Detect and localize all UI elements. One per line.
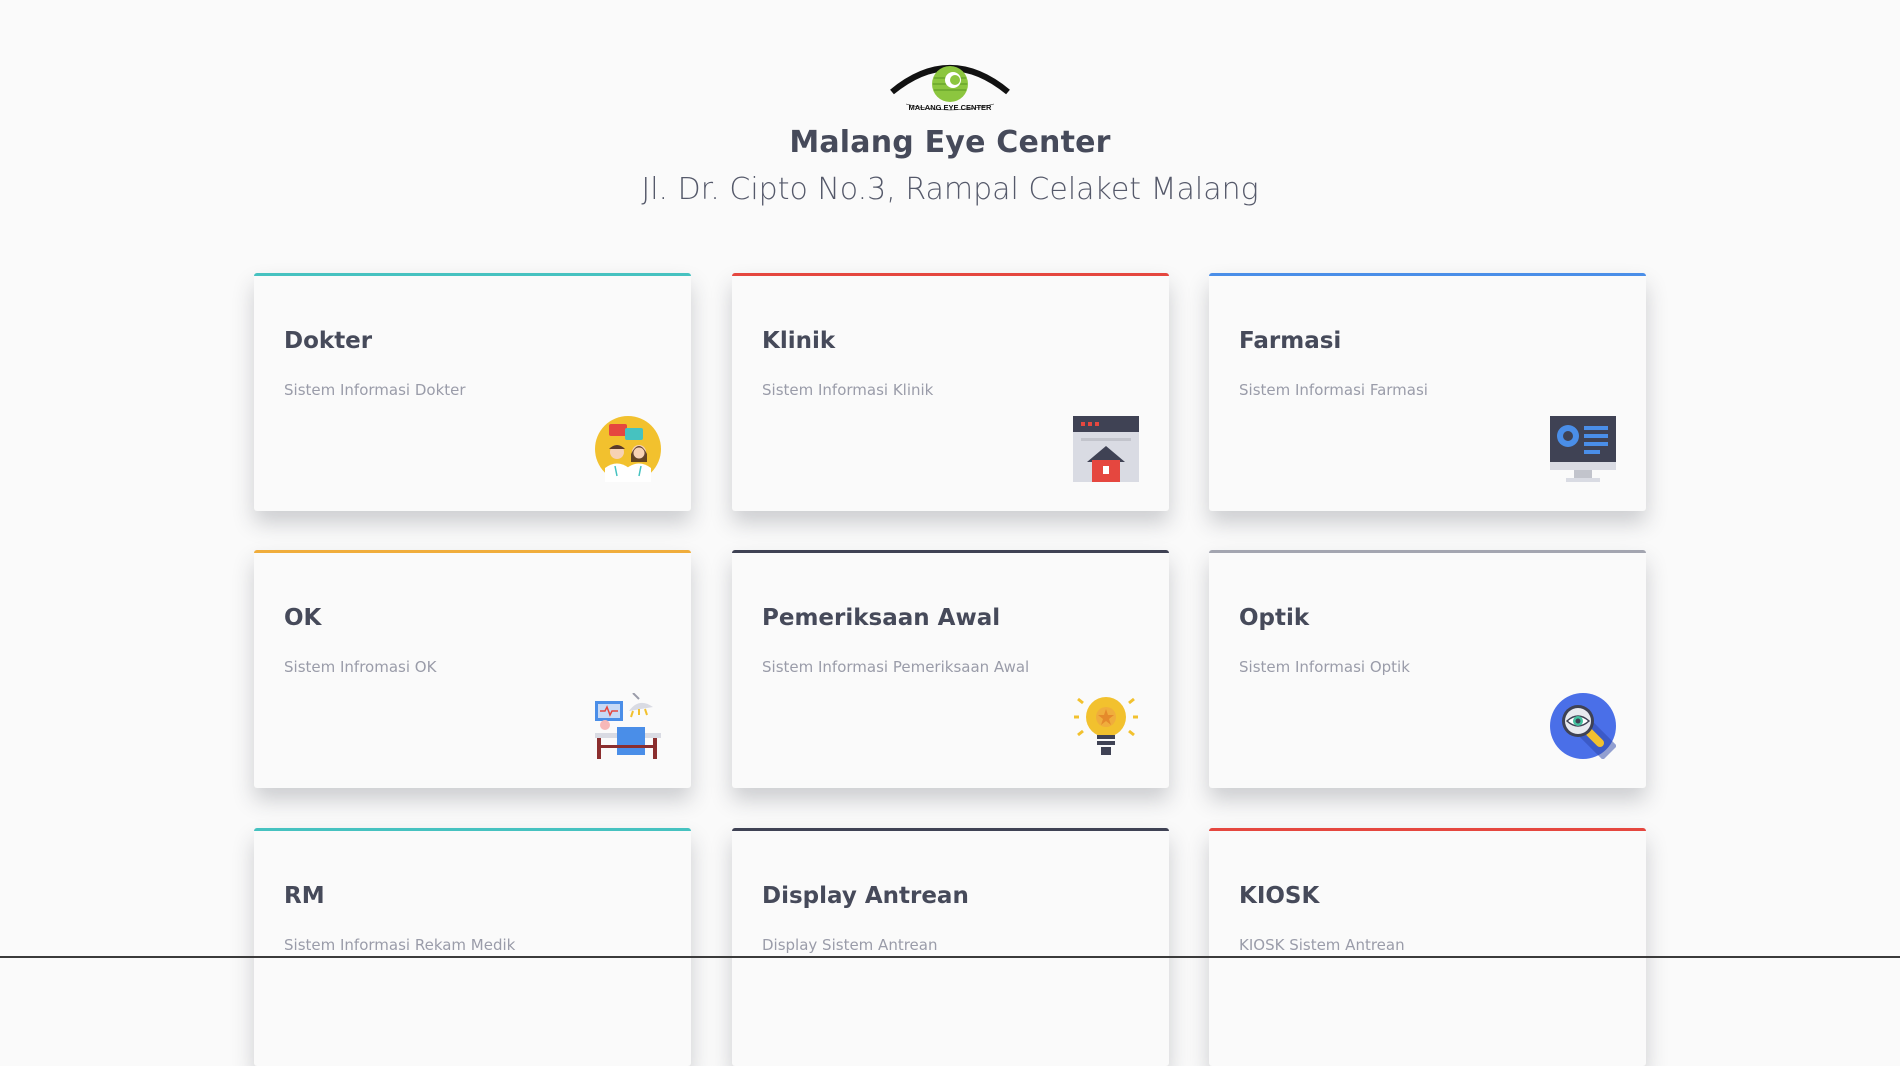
card-description: Sistem Informasi Pemeriksaan Awal — [762, 658, 1030, 676]
logo-text: MALANG EYE CENTER — [909, 103, 993, 112]
doctors-icon — [595, 416, 661, 482]
card-farmasi[interactable]: Farmasi Sistem Informasi Farmasi — [1209, 273, 1646, 511]
card-title: Dokter — [284, 328, 373, 354]
magnifier-eye-icon — [1550, 693, 1616, 759]
card-title: Klinik — [762, 328, 836, 354]
card-kiosk[interactable]: KIOSK KIOSK Sistem Antrean — [1209, 828, 1646, 1066]
card-description: Display Sistem Antrean — [762, 936, 938, 954]
card-title: Pemeriksaan Awal — [762, 605, 1001, 631]
card-ok[interactable]: OK Sistem Infromasi OK — [254, 550, 691, 788]
card-description: Sistem Informasi Rekam Medik — [284, 936, 516, 954]
card-klinik[interactable]: Klinik Sistem Informasi Klinik — [732, 273, 1169, 511]
card-description: Sistem Infromasi OK — [284, 658, 437, 676]
card-description: Sistem Informasi Klinik — [762, 381, 934, 399]
card-optik[interactable]: Optik Sistem Informasi Optik — [1209, 550, 1646, 788]
card-title: Display Antrean — [762, 883, 969, 909]
org-address: Jl. Dr. Cipto No.3, Rampal Celaket Malan… — [641, 172, 1259, 207]
logo: MALANG EYE CENTER — [890, 65, 1010, 112]
card-description: KIOSK Sistem Antrean — [1239, 936, 1405, 954]
clinic-icon — [1073, 416, 1139, 482]
card-description: Sistem Informasi Dokter — [284, 381, 466, 399]
card-description: Sistem Informasi Optik — [1239, 658, 1410, 676]
org-name: Malang Eye Center — [789, 125, 1111, 160]
card-display-antrean[interactable]: Display Antrean Display Sistem Antrean — [732, 828, 1169, 1066]
card-description: Sistem Informasi Farmasi — [1239, 381, 1428, 399]
lightbulb-icon — [1074, 697, 1138, 755]
card-rm[interactable]: RM Sistem Informasi Rekam Medik — [254, 828, 691, 1066]
card-dokter[interactable]: Dokter Sistem Informasi Dokter — [254, 273, 691, 511]
card-title: Optik — [1239, 605, 1310, 631]
operating-room-icon — [595, 693, 661, 759]
card-title: OK — [284, 605, 322, 631]
monitor-icon — [1550, 416, 1616, 482]
card-title: RM — [284, 883, 325, 909]
card-title: Farmasi — [1239, 328, 1342, 354]
card-title: KIOSK — [1239, 883, 1320, 909]
card-pemeriksaan-awal[interactable]: Pemeriksaan Awal Sistem Informasi Pemeri… — [732, 550, 1169, 788]
